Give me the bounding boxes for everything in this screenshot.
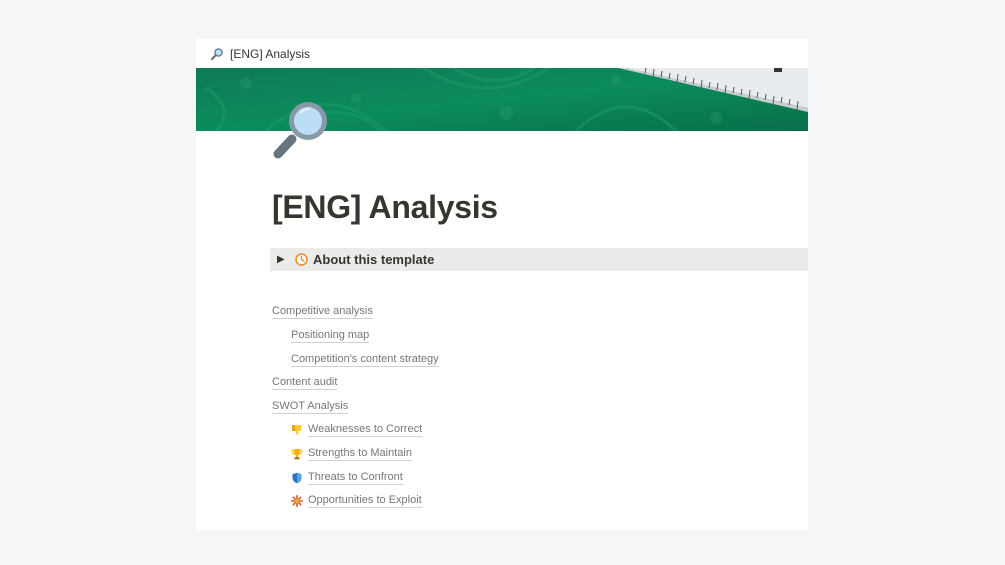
link-competition-content-strategy[interactable]: Competition's content strategy [291,353,439,367]
link-label[interactable]: Positioning map [291,329,370,343]
page-title[interactable]: [ENG] Analysis [272,189,498,226]
thumbs-down-icon [292,425,302,436]
clock-icon [295,253,308,266]
toggle-arrow-icon[interactable]: ▶ [277,254,289,265]
link-label[interactable]: Content audit [272,376,338,390]
link-label[interactable]: Strengths to Maintain [308,447,412,461]
link-swot-analysis[interactable]: SWOT Analysis [272,400,349,414]
notion-page: [ENG] Analysis [ENG] Analysis ▶ About th… [196,39,808,530]
topbar-title[interactable]: [ENG] Analysis [230,47,310,61]
trophy-icon [291,449,303,460]
link-threats[interactable]: Threats to Confront [291,471,403,485]
magnifier-icon [211,47,223,60]
link-opportunities[interactable]: Opportunities to Exploit [291,494,422,508]
page-topbar: [ENG] Analysis [196,39,808,68]
link-strengths[interactable]: Strengths to Maintain [291,447,412,461]
link-content-audit[interactable]: Content audit [272,376,338,390]
link-label[interactable]: Competition's content strategy [291,353,439,367]
link-positioning-map[interactable]: Positioning map [291,329,370,343]
about-template-toggle[interactable]: ▶ About this template [270,248,808,271]
link-label[interactable]: Threats to Confront [308,471,403,485]
link-competitive-analysis[interactable]: Competitive analysis [272,305,373,319]
magnifying-glass-icon[interactable] [270,97,336,163]
link-label[interactable]: Opportunities to Exploit [308,494,422,508]
toggle-label: About this template [313,252,435,267]
link-weaknesses[interactable]: Weaknesses to Correct [291,423,423,437]
shield-icon [292,472,302,484]
sparkle-burst-icon [291,495,303,507]
link-label[interactable]: SWOT Analysis [272,400,349,414]
link-label[interactable]: Weaknesses to Correct [308,423,423,437]
link-label[interactable]: Competitive analysis [272,305,373,319]
